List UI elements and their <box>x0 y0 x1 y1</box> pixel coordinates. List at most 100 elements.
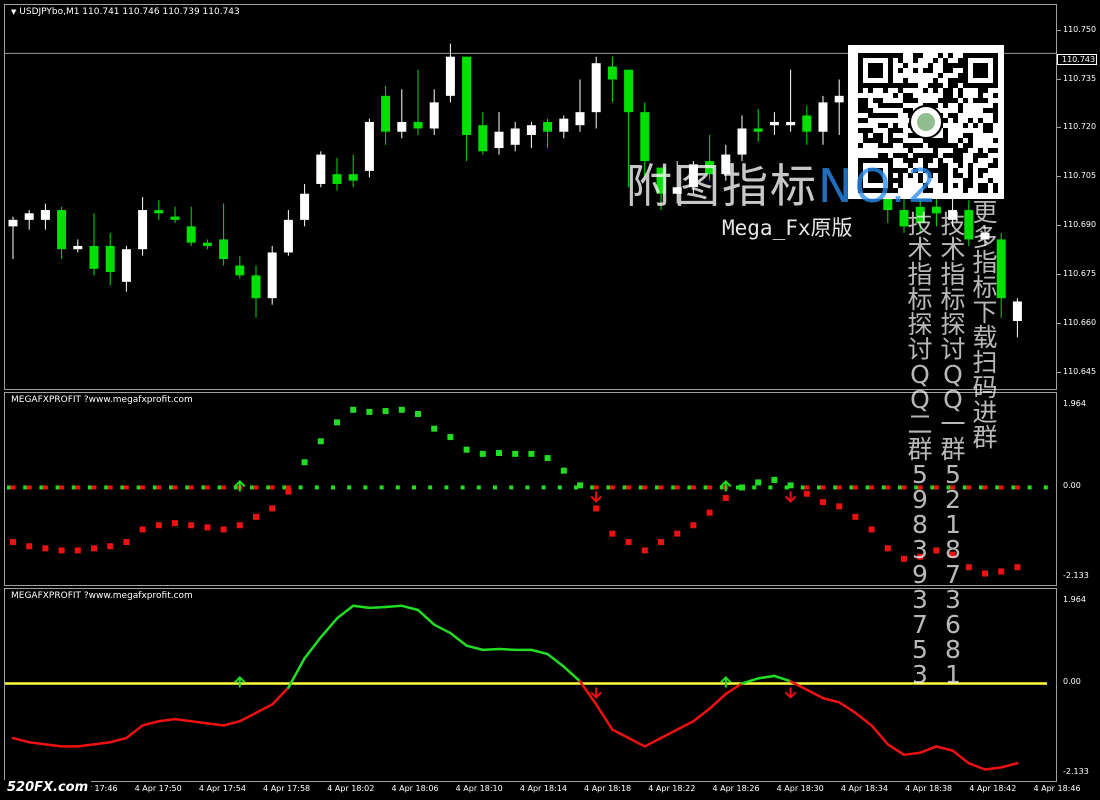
qr-module <box>953 158 958 163</box>
candle-body <box>138 210 148 250</box>
qr-module <box>968 143 973 148</box>
oscillator-line-segment <box>254 703 274 715</box>
qr-module <box>948 98 953 103</box>
oscillator-dot <box>366 408 373 415</box>
qr-module <box>863 138 868 143</box>
qr-module <box>938 53 943 58</box>
price-tick-label: 110.750 <box>1063 24 1097 34</box>
candle <box>834 79 844 135</box>
oscillator-dot <box>91 545 97 552</box>
oscillator-dot <box>10 539 16 546</box>
candle-body <box>186 226 196 243</box>
price-tick-mark <box>1057 127 1061 129</box>
qr-module <box>963 133 968 138</box>
qr-module <box>958 78 963 83</box>
candle-body <box>170 216 180 220</box>
qr-module <box>888 128 893 133</box>
qr-module <box>943 98 948 103</box>
current-price-tag: 110.743 <box>1057 54 1097 65</box>
indicator2-pane[interactable]: MEGAFXPROFIT ?www.megafxprofit.com <box>4 588 1057 782</box>
qr-module <box>978 88 983 93</box>
candle <box>283 210 293 256</box>
qr-module <box>878 98 883 103</box>
qr-module <box>938 168 943 173</box>
oscillator-dot <box>172 520 178 527</box>
candle-body <box>24 213 34 220</box>
qr-module <box>913 68 918 73</box>
candle-body <box>73 245 83 250</box>
candle <box>494 112 504 155</box>
oscillator-line-segment <box>108 736 128 744</box>
qr-module <box>958 173 963 178</box>
candle-body <box>300 193 310 220</box>
zero-level-dot <box>91 485 97 490</box>
qr-module <box>893 93 898 98</box>
qr-module <box>943 93 948 98</box>
oscillator-line-segment <box>643 736 663 748</box>
qr-module <box>868 88 873 93</box>
zero-level-dot <box>609 485 615 490</box>
qr-module <box>883 143 888 148</box>
qr-module <box>953 118 958 123</box>
candle-body <box>834 95 844 103</box>
candle <box>769 112 779 135</box>
qr-module <box>888 103 893 108</box>
candle <box>397 89 407 139</box>
zero-level-dot <box>800 485 805 490</box>
qr-module <box>938 73 943 78</box>
qr-module <box>953 63 958 68</box>
qr-module <box>863 133 868 138</box>
qr-module <box>918 53 923 58</box>
candle-body <box>397 121 407 132</box>
oscillator-line-segment <box>449 631 468 647</box>
candle <box>1012 298 1022 338</box>
time-tick-label: 4 Apr 18:18 <box>584 784 632 793</box>
qr-module <box>923 88 928 93</box>
qr-module <box>928 83 933 88</box>
qr-module <box>953 113 958 118</box>
qr-module <box>983 98 988 103</box>
ad-vertical-col2: 技术指标探讨QQ一群 521873681 <box>940 210 966 689</box>
zero-level-dot <box>671 485 676 490</box>
candle-body <box>89 245 99 269</box>
oscillator-line-segment <box>675 719 695 731</box>
qr-module <box>903 63 908 68</box>
oscillator-line-segment <box>125 724 144 740</box>
qr-module <box>898 128 903 133</box>
oscillator-line-segment <box>351 604 371 610</box>
oscillator-line-segment <box>594 703 614 731</box>
triangle-down-icon[interactable]: ▼ <box>11 8 16 16</box>
oscillator-line-segment <box>11 736 31 744</box>
time-tick-label: 4 Apr 18:34 <box>840 784 888 793</box>
qr-module <box>948 53 953 58</box>
oscillator-dot <box>74 547 81 554</box>
zero-level-dot <box>156 485 162 490</box>
qr-module <box>948 143 953 148</box>
qr-module <box>968 178 973 183</box>
zero-level-dot <box>817 485 821 490</box>
qr-module <box>858 103 863 108</box>
price-tick-label: 110.690 <box>1063 220 1097 230</box>
qr-module <box>943 58 948 63</box>
qr-module <box>903 143 908 148</box>
qr-module <box>878 113 883 118</box>
indicator1-pane[interactable]: MEGAFXPROFIT ?www.megafxprofit.com <box>4 392 1057 586</box>
indicator-tick-label: 0.00 <box>1063 481 1081 491</box>
zero-level-dot <box>169 485 173 490</box>
qr-module <box>953 168 958 173</box>
oscillator-line-segment <box>967 761 987 771</box>
qr-module <box>958 58 963 63</box>
zero-level-dot <box>71 485 76 490</box>
ad-subtitle: Mega_Fx原版 <box>722 216 853 240</box>
zero-level-dot <box>998 485 1004 490</box>
oscillator-dot <box>577 482 583 489</box>
zero-level-dot <box>88 485 92 490</box>
zero-level-dot <box>658 485 664 490</box>
oscillator-dot <box>42 545 49 552</box>
candle-body <box>283 219 293 253</box>
qr-module <box>908 98 913 103</box>
qr-module <box>938 98 943 103</box>
oscillator-dot <box>415 410 421 417</box>
time-tick-label: 4 Apr 18:02 <box>327 784 375 793</box>
oscillator-line-segment <box>805 688 825 700</box>
